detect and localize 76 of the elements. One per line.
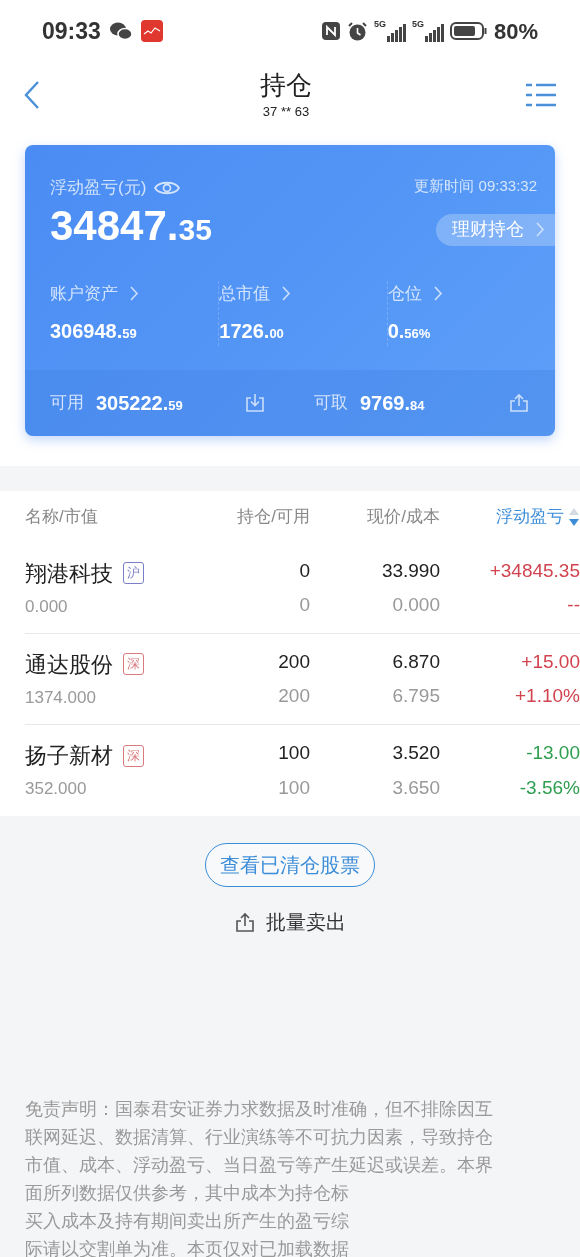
app-icon	[140, 20, 163, 42]
stock-name: 扬子新材	[25, 742, 113, 771]
upload-icon	[234, 911, 256, 933]
column-header[interactable]: 现价/成本	[367, 504, 440, 530]
nfc-icon	[320, 21, 341, 41]
battery-icon	[449, 21, 488, 41]
batch-sell-button[interactable]: 批量卖出	[234, 907, 346, 937]
chevron-right-icon	[130, 285, 139, 301]
disclaimer-line: 联网延迟、数据清算、行业演练等不可抗力因素，导致持仓	[25, 1126, 494, 1149]
market-tag: 深	[123, 653, 144, 676]
stat-value: 306948.59	[50, 319, 138, 344]
profit-label: 浮动盈亏(元)	[50, 177, 147, 199]
cost-price: 3.650	[392, 775, 440, 800]
chat-bubbles-icon	[108, 21, 133, 41]
stock-name: 通达股份	[25, 650, 113, 679]
floating-profit-percent: -3.56%	[519, 775, 580, 800]
fund-label: 可取	[314, 392, 348, 415]
available-quantity: 100	[278, 775, 310, 800]
battery-percent: 80%	[493, 17, 538, 46]
holding-row[interactable]: 通达股份 深 1374.000 200 200 6.870 6.795 +15.00 +1.10%	[25, 634, 580, 725]
disclaimer-line: 面所列数据仅供参考，其中成本为持仓标	[25, 1182, 350, 1205]
market-value: 1374.000	[25, 686, 97, 709]
menu-button[interactable]	[526, 82, 556, 108]
position-quantity: 0	[299, 558, 310, 583]
signal-indicator: 5G	[373, 20, 406, 42]
chevron-right-icon	[282, 285, 292, 301]
download-icon[interactable]	[244, 392, 266, 414]
account-number: 37 ** 63	[262, 102, 310, 121]
stat-label[interactable]: 账户资产	[50, 280, 118, 306]
stock-name: 翔港科技	[25, 559, 113, 588]
alarm-icon	[346, 20, 368, 42]
stat-label[interactable]: 总市值	[219, 280, 271, 306]
floating-profit-percent: +1.10%	[515, 684, 580, 708]
sort-icon[interactable]	[568, 507, 580, 527]
floating-profit: 34847.35	[50, 204, 212, 247]
market-value: 0.000	[25, 595, 69, 618]
cost-price: 6.795	[392, 684, 440, 708]
available-quantity: 200	[278, 684, 310, 708]
status-time: 09:33	[42, 16, 101, 46]
chevron-right-icon	[433, 285, 443, 301]
column-header[interactable]: 持仓/可用	[237, 504, 310, 530]
floating-profit-amount: +15.00	[521, 649, 580, 674]
stat-label[interactable]: 仓位	[387, 280, 422, 306]
disclaimer-line: 免责声明：国泰君安证券力求数据及时准确，但不排除因互	[25, 1098, 494, 1121]
market-tag: 深	[123, 744, 144, 767]
chevron-right-icon	[536, 222, 545, 237]
page-title: 持仓	[260, 69, 312, 102]
upload-icon[interactable]	[508, 392, 530, 414]
update-time: 更新时间 09:33:32	[414, 176, 538, 196]
disclaimer-line: 际请以交割单为准。本页仅对已加载数据	[25, 1238, 350, 1257]
fund-label: 可用	[50, 392, 84, 415]
disclaimer-line: 市值、成本、浮动盈亏、当日盈亏等产生延迟或误差。本界	[25, 1154, 494, 1177]
fund-value: 9769.84	[360, 391, 425, 416]
column-header[interactable]: 名称/市值	[25, 504, 98, 530]
column-header[interactable]: 浮动盈亏	[496, 504, 564, 530]
stat-value: 0.56%	[387, 319, 432, 344]
disclaimer-line: 买入成本及持有期间卖出所产生的盈亏综	[25, 1210, 350, 1233]
signal-indicator: 5G	[411, 20, 444, 42]
available-quantity: 0	[299, 593, 310, 617]
cost-price: 0.000	[392, 593, 440, 617]
fund-value: 305222.59	[96, 391, 183, 416]
current-price: 6.870	[392, 649, 440, 674]
holding-row[interactable]: 翔港科技 沪 0.000 0 0 33.990 0.000 +34845.35 --	[25, 543, 580, 634]
view-cleared-stocks-button[interactable]: 查看已清仓股票	[205, 843, 375, 887]
floating-profit-percent: --	[567, 593, 580, 617]
market-tag: 沪	[123, 562, 144, 585]
position-quantity: 200	[278, 649, 310, 674]
floating-profit-amount: -13.00	[526, 741, 580, 765]
current-price: 33.990	[381, 558, 440, 583]
holding-row[interactable]: 扬子新材 深 352.000 100 100 3.520 3.650 -13.00 -3.56%	[25, 725, 580, 816]
current-price: 3.520	[392, 741, 440, 765]
market-value: 352.000	[25, 778, 88, 801]
position-quantity: 100	[278, 741, 310, 765]
stat-value: 1726.00	[219, 319, 285, 344]
wealth-holdings-button[interactable]: 理财持仓	[436, 213, 555, 246]
floating-profit-amount: +34845.35	[489, 558, 580, 583]
